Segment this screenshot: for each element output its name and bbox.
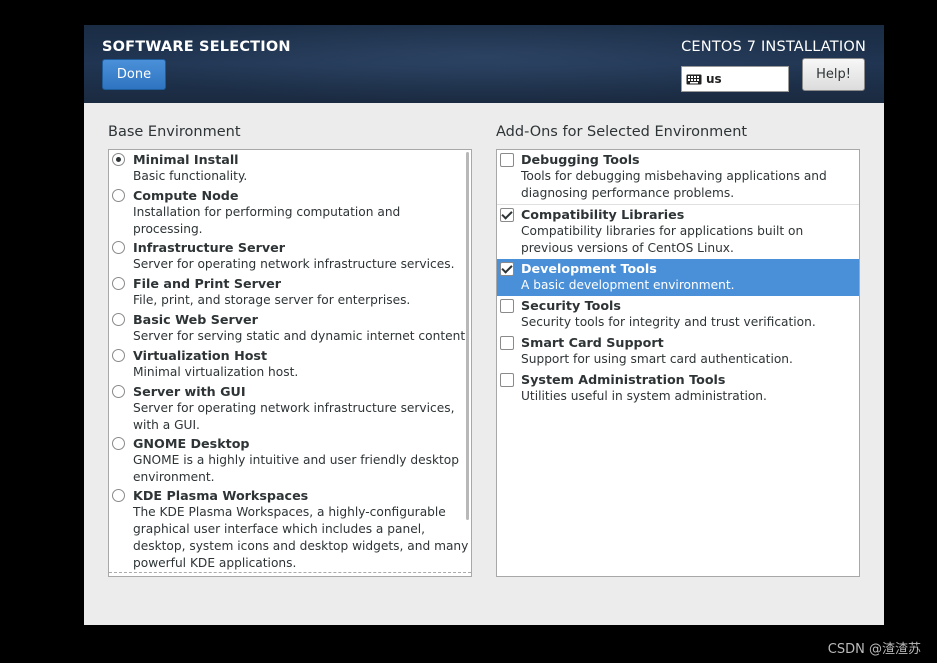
- header-bar: SOFTWARE SELECTION Done CENTOS 7 INSTALL…: [84, 25, 884, 103]
- environment-name: Basic Web Server: [133, 312, 258, 327]
- environment-name: Server with GUI: [133, 384, 246, 399]
- checkbox[interactable]: [500, 336, 514, 350]
- environment-item[interactable]: GNOME Desktop GNOME is a highly intuitive…: [109, 434, 471, 486]
- radio-button[interactable]: [112, 241, 125, 254]
- addon-name: Debugging Tools: [521, 152, 640, 167]
- addon-description: Security tools for integrity and trust v…: [521, 315, 816, 329]
- environment-name: GNOME Desktop: [133, 436, 250, 451]
- done-button[interactable]: Done: [102, 59, 166, 90]
- checkbox[interactable]: [500, 373, 514, 387]
- addon-description: Support for using smart card authenticat…: [521, 352, 793, 366]
- radio-button[interactable]: [112, 189, 125, 202]
- addon-description: Utilities useful in system administratio…: [521, 389, 767, 403]
- environment-name: Virtualization Host: [133, 348, 268, 363]
- environment-item[interactable]: Basic Web Server Server for serving stati…: [109, 310, 471, 346]
- environment-item[interactable]: Compute Node Installation for performing …: [109, 186, 471, 238]
- environment-name: Compute Node: [133, 188, 239, 203]
- environment-description: GNOME is a highly intuitive and user fri…: [133, 453, 459, 484]
- addon-item[interactable]: Smart Card Support Support for using smar…: [497, 333, 859, 370]
- addon-name: Development Tools: [521, 261, 657, 276]
- environment-item[interactable]: File and Print Server File, print, and st…: [109, 274, 471, 310]
- radio-button[interactable]: [112, 437, 125, 450]
- addon-name: Compatibility Libraries: [521, 207, 685, 222]
- install-title: CENTOS 7 INSTALLATION: [681, 39, 866, 55]
- environment-description: The KDE Plasma Workspaces, a highly-conf…: [133, 505, 469, 570]
- keyboard-icon: [686, 74, 702, 84]
- addon-name: System Administration Tools: [521, 372, 726, 387]
- radio-button[interactable]: [112, 349, 125, 362]
- help-button[interactable]: Help!: [802, 58, 865, 91]
- keyboard-layout-indicator[interactable]: us: [681, 66, 789, 92]
- environment-description: Server for serving static and dynamic in…: [133, 329, 469, 343]
- scroll-overflow-indicator: [109, 572, 471, 576]
- addon-description: A basic development environment.: [521, 278, 735, 292]
- keyboard-layout-label: us: [706, 72, 722, 86]
- addon-name: Security Tools: [521, 298, 621, 313]
- page-title: SOFTWARE SELECTION: [102, 39, 291, 55]
- addons-title: Add-Ons for Selected Environment: [496, 124, 748, 140]
- addon-description: Compatibility libraries for applications…: [521, 224, 804, 255]
- addon-item[interactable]: Debugging Tools Tools for debugging misbe…: [497, 150, 859, 204]
- radio-button[interactable]: [112, 385, 125, 398]
- radio-button[interactable]: [112, 313, 125, 326]
- environment-description: Minimal virtualization host.: [133, 365, 299, 379]
- environment-description: Basic functionality.: [133, 169, 248, 183]
- scrollbar[interactable]: [466, 152, 469, 520]
- radio-button[interactable]: [112, 489, 125, 502]
- checkbox[interactable]: [500, 208, 514, 222]
- watermark: CSDN @渣渣苏: [827, 642, 921, 657]
- environment-description: Server for operating network infrastruct…: [133, 401, 455, 432]
- addon-item[interactable]: Compatibility Libraries Compatibility lib…: [497, 204, 859, 259]
- environment-name: Infrastructure Server: [133, 240, 286, 255]
- radio-button[interactable]: [112, 277, 125, 290]
- environment-item[interactable]: Server with GUI Server for operating netw…: [109, 382, 471, 434]
- base-environment-list[interactable]: Minimal Install Basic functionality. Compu…: [108, 149, 472, 577]
- addon-description: Tools for debugging misbehaving applicat…: [521, 169, 827, 200]
- addon-item[interactable]: System Administration Tools Utilities use…: [497, 370, 859, 407]
- base-environment-title: Base Environment: [108, 124, 241, 140]
- addons-list[interactable]: Debugging Tools Tools for debugging misbe…: [496, 149, 860, 577]
- checkbox[interactable]: [500, 153, 514, 167]
- environment-item[interactable]: Virtualization Host Minimal virtualizatio…: [109, 346, 471, 382]
- environment-description: Server for operating network infrastruct…: [133, 257, 455, 271]
- environment-item[interactable]: KDE Plasma Workspaces The KDE Plasma Work…: [109, 486, 471, 572]
- installer-window: SOFTWARE SELECTION Done CENTOS 7 INSTALL…: [84, 25, 884, 625]
- addon-item[interactable]: Development Tools A basic development env…: [497, 259, 859, 296]
- environment-item[interactable]: Infrastructure Server Server for operatin…: [109, 238, 471, 274]
- environment-description: File, print, and storage server for ente…: [133, 293, 411, 307]
- radio-button[interactable]: [112, 153, 125, 166]
- environment-item[interactable]: Minimal Install Basic functionality.: [109, 150, 471, 186]
- addon-name: Smart Card Support: [521, 335, 664, 350]
- environment-name: File and Print Server: [133, 276, 282, 291]
- environment-name: KDE Plasma Workspaces: [133, 488, 309, 503]
- environment-description: Installation for performing computation …: [133, 205, 401, 236]
- checkbox[interactable]: [500, 299, 514, 313]
- addon-item[interactable]: Security Tools Security tools for integri…: [497, 296, 859, 333]
- checkbox[interactable]: [500, 262, 514, 276]
- environment-name: Minimal Install: [133, 152, 239, 167]
